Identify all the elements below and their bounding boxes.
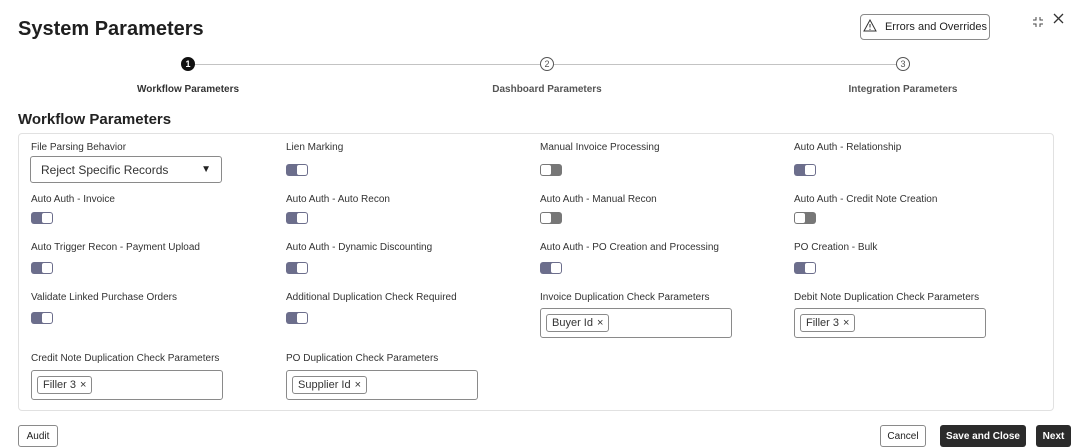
lien-marking-label: Lien Marking xyxy=(286,142,344,153)
invoice-dup-chip: Buyer Id × xyxy=(546,314,610,332)
step-2-indicator[interactable]: 2 xyxy=(540,57,554,71)
chip-label: Filler 3 xyxy=(806,317,840,329)
manual-invoice-label: Manual Invoice Processing xyxy=(540,142,660,153)
stepper-line xyxy=(194,64,540,65)
debit-note-dup-chip: Filler 3 × xyxy=(800,314,856,332)
chip-label: Supplier Id xyxy=(298,379,351,391)
additional-dup-check-toggle[interactable] xyxy=(286,312,308,324)
file-parsing-value: Reject Specific Records xyxy=(41,162,169,177)
auto-auth-credit-note-toggle[interactable] xyxy=(794,212,816,224)
auto-auth-auto-recon-label: Auto Auth - Auto Recon xyxy=(286,194,390,205)
stepper-line xyxy=(554,64,896,65)
warning-triangle-icon xyxy=(863,18,877,35)
chip-remove-icon[interactable]: × xyxy=(355,377,361,393)
file-parsing-label: File Parsing Behavior xyxy=(31,142,127,153)
auto-auth-po-toggle[interactable] xyxy=(540,262,562,274)
lien-marking-toggle[interactable] xyxy=(286,164,308,176)
auto-auth-invoice-toggle[interactable] xyxy=(31,212,53,224)
collapse-icon[interactable] xyxy=(1032,15,1044,32)
auto-auth-relationship-label: Auto Auth - Relationship xyxy=(794,142,902,153)
file-parsing-select[interactable]: Reject Specific Records ▼ xyxy=(30,156,222,183)
step-3-indicator[interactable]: 3 xyxy=(896,57,910,71)
auto-auth-relationship-toggle[interactable] xyxy=(794,164,816,176)
chip-remove-icon[interactable]: × xyxy=(843,315,849,331)
debit-note-dup-params-label: Debit Note Duplication Check Parameters xyxy=(794,292,980,303)
chip-remove-icon[interactable]: × xyxy=(80,377,86,393)
invoice-dup-params-label: Invoice Duplication Check Parameters xyxy=(540,292,710,303)
auto-auth-manual-recon-label: Auto Auth - Manual Recon xyxy=(540,194,657,205)
po-creation-bulk-toggle[interactable] xyxy=(794,262,816,274)
auto-auth-manual-recon-toggle[interactable] xyxy=(540,212,562,224)
chip-remove-icon[interactable]: × xyxy=(597,315,603,331)
debit-note-dup-params-input[interactable]: Filler 3 × xyxy=(794,308,986,338)
chip-label: Buyer Id xyxy=(552,317,593,329)
auto-auth-po-label: Auto Auth - PO Creation and Processing xyxy=(540,242,719,253)
step-2-label[interactable]: Dashboard Parameters xyxy=(492,84,602,95)
credit-note-dup-chip: Filler 3 × xyxy=(37,376,93,394)
po-dup-chip: Supplier Id × xyxy=(292,376,368,394)
manual-invoice-toggle[interactable] xyxy=(540,164,562,176)
validate-linked-po-toggle[interactable] xyxy=(31,312,53,324)
credit-note-dup-params-label: Credit Note Duplication Check Parameters xyxy=(31,353,220,364)
auto-auth-dynamic-label: Auto Auth - Dynamic Discounting xyxy=(286,242,433,253)
errors-and-overrides-button[interactable]: Errors and Overrides xyxy=(860,14,990,40)
step-3-label[interactable]: Integration Parameters xyxy=(849,84,958,95)
chevron-down-icon: ▼ xyxy=(201,164,211,175)
auto-auth-dynamic-toggle[interactable] xyxy=(286,262,308,274)
po-dup-params-input[interactable]: Supplier Id × xyxy=(286,370,478,400)
chip-label: Filler 3 xyxy=(43,379,77,391)
auto-auth-invoice-label: Auto Auth - Invoice xyxy=(31,194,115,205)
auto-trigger-recon-toggle[interactable] xyxy=(31,262,53,274)
section-title: Workflow Parameters xyxy=(18,111,172,128)
close-icon[interactable] xyxy=(1052,12,1065,29)
auto-auth-credit-note-label: Auto Auth - Credit Note Creation xyxy=(794,194,938,205)
auto-trigger-recon-label: Auto Trigger Recon - Payment Upload xyxy=(31,242,200,253)
credit-note-dup-params-input[interactable]: Filler 3 × xyxy=(31,370,223,400)
step-1-indicator[interactable]: 1 xyxy=(181,57,195,71)
po-dup-params-label: PO Duplication Check Parameters xyxy=(286,353,439,364)
additional-dup-check-label: Additional Duplication Check Required xyxy=(286,292,457,303)
page-title: System Parameters xyxy=(18,18,204,40)
po-creation-bulk-label: PO Creation - Bulk xyxy=(794,242,878,253)
validate-linked-po-label: Validate Linked Purchase Orders xyxy=(31,292,178,303)
errors-button-label: Errors and Overrides xyxy=(884,21,988,33)
invoice-dup-params-input[interactable]: Buyer Id × xyxy=(540,308,732,338)
step-1-label[interactable]: Workflow Parameters xyxy=(137,84,239,95)
auto-auth-auto-recon-toggle[interactable] xyxy=(286,212,308,224)
